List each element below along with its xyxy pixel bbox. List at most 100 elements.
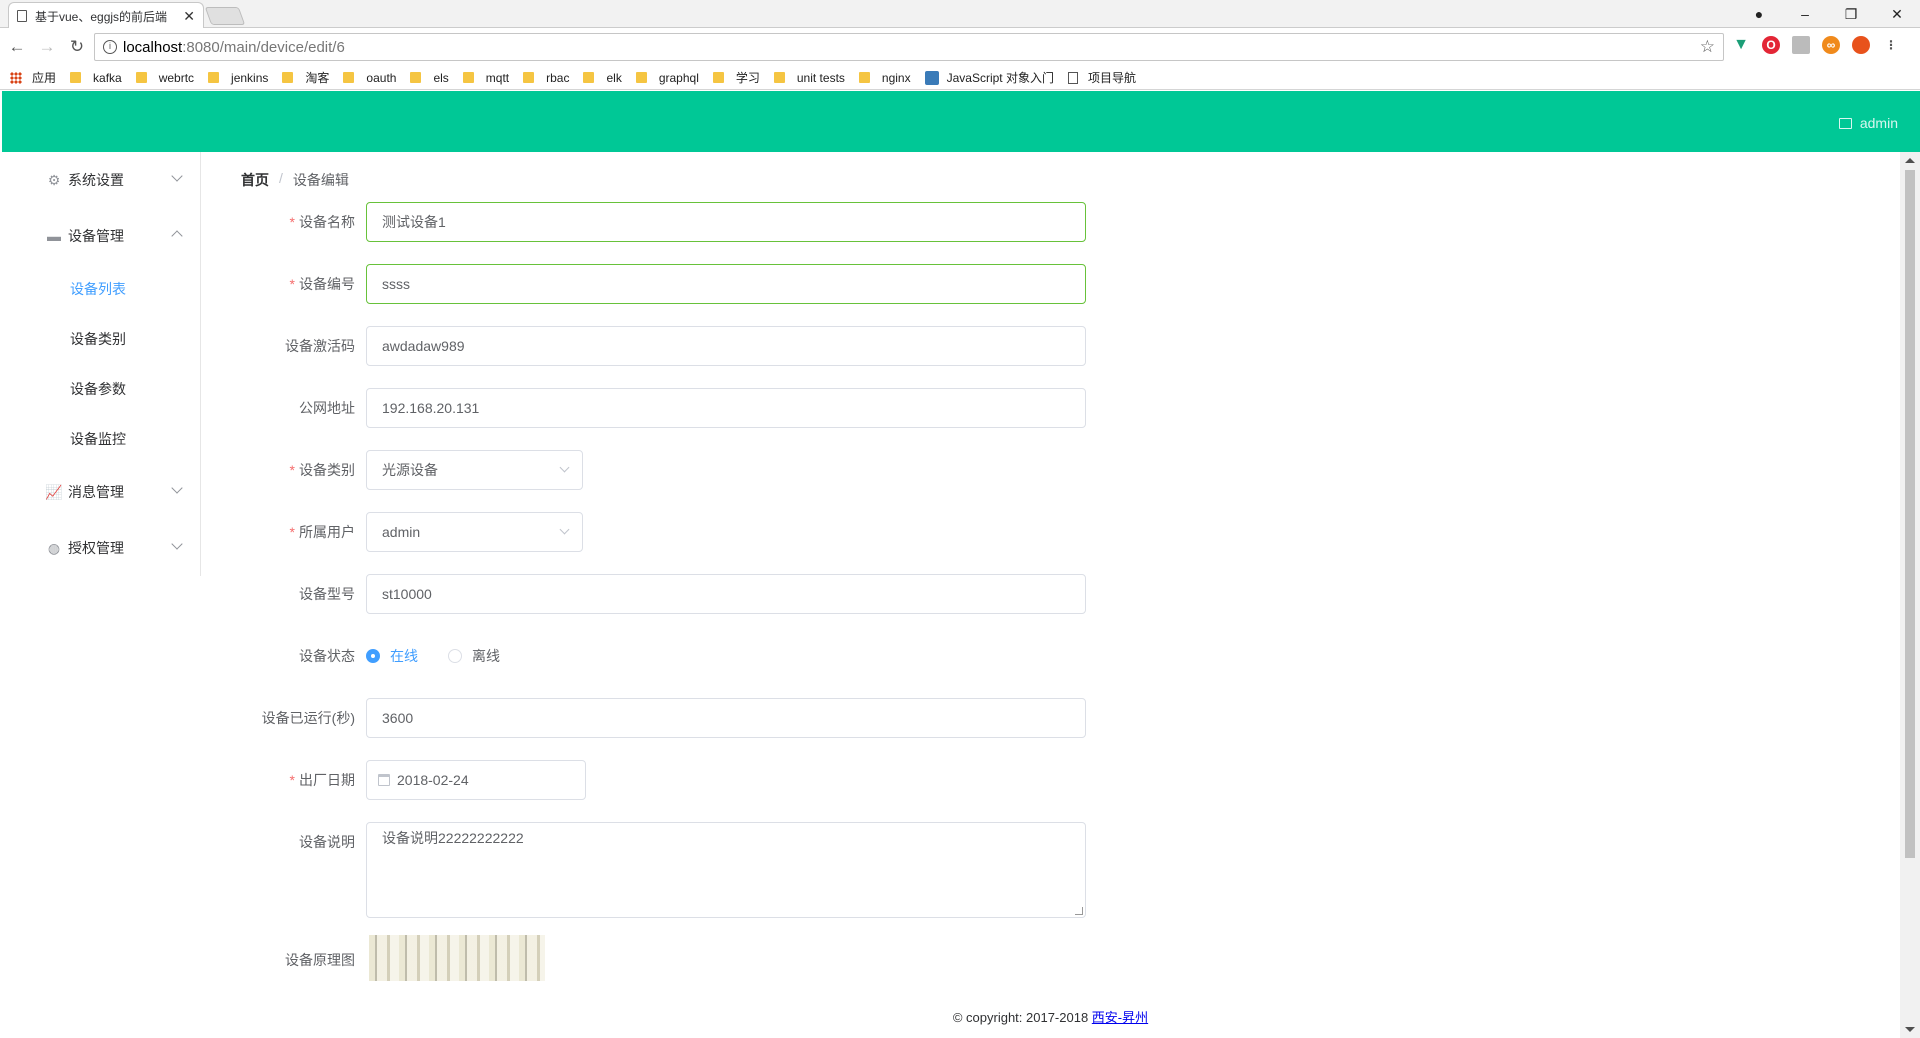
chevron-down-icon xyxy=(171,538,183,550)
app-header: admin xyxy=(2,91,1920,152)
chevron-down-icon xyxy=(171,170,183,182)
owner-label: * 所属用户 xyxy=(289,524,355,540)
url-path: :8080/main/device/edit/6 xyxy=(182,38,345,56)
calendar-icon xyxy=(378,774,390,786)
bookmark-label: oauth xyxy=(366,70,397,85)
scroll-up-arrow-icon[interactable] xyxy=(1905,158,1915,163)
close-window-button[interactable]: ✕ xyxy=(1874,6,1920,23)
form-row-diagram: 设备原理图 xyxy=(201,935,1301,981)
sidebar-item-device-list[interactable]: 设备列表 xyxy=(2,264,201,314)
scroll-down-arrow-icon[interactable] xyxy=(1905,1027,1915,1032)
date-picker[interactable]: 2018-02-24 xyxy=(366,760,586,800)
document-icon xyxy=(17,10,27,22)
bookmark-item[interactable]: 淘客 xyxy=(282,69,329,86)
extension-icon[interactable] xyxy=(1792,36,1810,54)
bookmark-item[interactable]: kafka xyxy=(70,71,122,85)
main-content: 首页 / 设备编辑 * 设备名称 测试设备1 * 设备编号 ssss 设备激活码 a… xyxy=(201,152,1900,1038)
sidebar-item-device-management[interactable]: ▬ 设备管理 xyxy=(2,208,201,264)
folder-icon xyxy=(135,72,147,83)
bookmarks-bar: 应用 kafka webrtc jenkins 淘客 oauth els mqtt rbac el… xyxy=(0,66,1920,90)
folder-icon xyxy=(70,72,82,83)
bookmark-item[interactable]: jenkins xyxy=(208,71,268,85)
sidebar-item-label: 设备管理 xyxy=(68,228,124,244)
sidebar-item-device-params[interactable]: 设备参数 xyxy=(2,364,201,414)
url-host: localhost xyxy=(123,38,183,56)
form-row-desc: 设备说明 设备说明22222222222 xyxy=(201,822,1301,918)
sidebar-item-system-settings[interactable]: ⚙ 系统设置 xyxy=(2,152,201,208)
code-input[interactable]: ssss xyxy=(366,264,1086,304)
folder-icon xyxy=(583,72,595,83)
bookmark-item[interactable]: 项目导航 xyxy=(1067,69,1136,86)
status-label: 设备状态 xyxy=(299,648,355,664)
user-menu[interactable]: admin xyxy=(1838,115,1898,131)
breadcrumb-separator: / xyxy=(279,170,283,186)
chevron-down-icon xyxy=(559,462,570,473)
bookmark-item[interactable]: 学习 xyxy=(712,69,760,86)
bookmark-label: 项目导航 xyxy=(1087,71,1136,85)
bookmark-item[interactable]: els xyxy=(410,70,449,85)
bookmark-item[interactable]: rbac xyxy=(523,71,569,85)
bookmark-item[interactable]: webrtc xyxy=(135,71,194,85)
bookmark-item[interactable]: elk xyxy=(583,71,622,85)
sidebar-item-auth-management[interactable]: ◍ 授权管理 xyxy=(2,520,201,576)
bookmark-item[interactable]: JavaScript 对象入门 xyxy=(924,69,1054,86)
tab-close-icon[interactable]: ✕ xyxy=(183,8,195,25)
bookmark-item[interactable]: unit tests xyxy=(773,71,845,85)
forward-arrow-icon[interactable]: → xyxy=(34,37,60,57)
bookmark-star-icon[interactable]: ☆ xyxy=(1700,37,1715,57)
gear-icon: ⚙ xyxy=(47,171,61,188)
model-input[interactable]: st10000 xyxy=(366,574,1086,614)
status-online-radio[interactable]: 在线 xyxy=(366,646,418,666)
reload-icon[interactable]: ↻ xyxy=(64,37,90,57)
footer: © copyright: 2017-2018 西安-昇州 xyxy=(201,1007,1900,1026)
new-tab-button[interactable] xyxy=(204,7,246,25)
activation-input[interactable]: awdadaw989 xyxy=(366,326,1086,366)
owner-select[interactable]: admin xyxy=(366,512,583,552)
name-input[interactable]: 测试设备1 xyxy=(366,202,1086,242)
browser-tab[interactable]: 基于vue、eggjs的前后端 ✕ xyxy=(8,2,204,29)
back-arrow-icon[interactable]: ← xyxy=(4,37,30,57)
info-icon[interactable]: i xyxy=(103,40,117,54)
username: admin xyxy=(1859,115,1898,131)
menu-icon[interactable]: ⋮ xyxy=(1882,36,1900,54)
bookmark-item[interactable]: oauth xyxy=(343,71,396,85)
bookmark-label: graphql xyxy=(658,70,699,85)
restore-button[interactable]: ❐ xyxy=(1828,6,1874,23)
form-row-category: * 设备类别 光源设备 xyxy=(201,450,1301,490)
uptime-input[interactable]: 3600 xyxy=(366,698,1086,738)
diagram-label: 设备原理图 xyxy=(285,952,355,968)
sidebar-item-message-management[interactable]: 📈 消息管理 xyxy=(2,464,201,520)
diagram-image[interactable] xyxy=(369,935,545,981)
sidebar-item-device-category[interactable]: 设备类别 xyxy=(2,314,201,364)
page-icon xyxy=(1067,71,1078,84)
extension-red-icon[interactable] xyxy=(1852,36,1870,54)
bookmark-item[interactable]: nginx xyxy=(858,71,911,85)
chevron-down-icon xyxy=(559,524,570,535)
bookmark-item[interactable]: graphql xyxy=(635,70,699,85)
bookmark-label: els xyxy=(433,70,449,85)
status-offline-radio[interactable]: 离线 xyxy=(448,646,500,666)
vue-devtools-icon[interactable]: ▼ xyxy=(1732,36,1750,54)
footer-link[interactable]: 西安-昇州 xyxy=(1092,1010,1148,1025)
scroll-thumb[interactable] xyxy=(1905,170,1915,858)
desc-textarea[interactable]: 设备说明22222222222 xyxy=(366,822,1086,918)
scrollbar[interactable] xyxy=(1900,152,1920,1038)
category-value: 光源设备 xyxy=(382,462,438,478)
opera-icon[interactable]: O xyxy=(1762,36,1780,54)
sidebar-item-device-monitor[interactable]: 设备监控 xyxy=(2,414,201,464)
breadcrumb-home[interactable]: 首页 xyxy=(241,170,269,190)
folder-icon xyxy=(523,72,535,83)
bookmark-label: JavaScript 对象入门 xyxy=(946,71,1054,85)
minimize-button[interactable]: – xyxy=(1782,6,1828,22)
address-bar[interactable]: i localhost :8080/main/device/edit/6 ☆ xyxy=(94,33,1724,61)
bookmark-item[interactable]: 应用 xyxy=(10,69,56,86)
bookmark-label: 应用 xyxy=(32,71,57,85)
ip-input[interactable]: 192.168.20.131 xyxy=(366,388,1086,428)
bookmark-item[interactable]: mqtt xyxy=(462,71,509,85)
profile-icon[interactable]: ● xyxy=(1736,6,1782,22)
bookmark-label: 学习 xyxy=(735,71,760,85)
resize-grip-icon[interactable] xyxy=(1075,907,1083,915)
bookmark-label: jenkins xyxy=(231,70,269,85)
category-select[interactable]: 光源设备 xyxy=(366,450,583,490)
infinity-icon[interactable]: ∞ xyxy=(1822,36,1840,54)
